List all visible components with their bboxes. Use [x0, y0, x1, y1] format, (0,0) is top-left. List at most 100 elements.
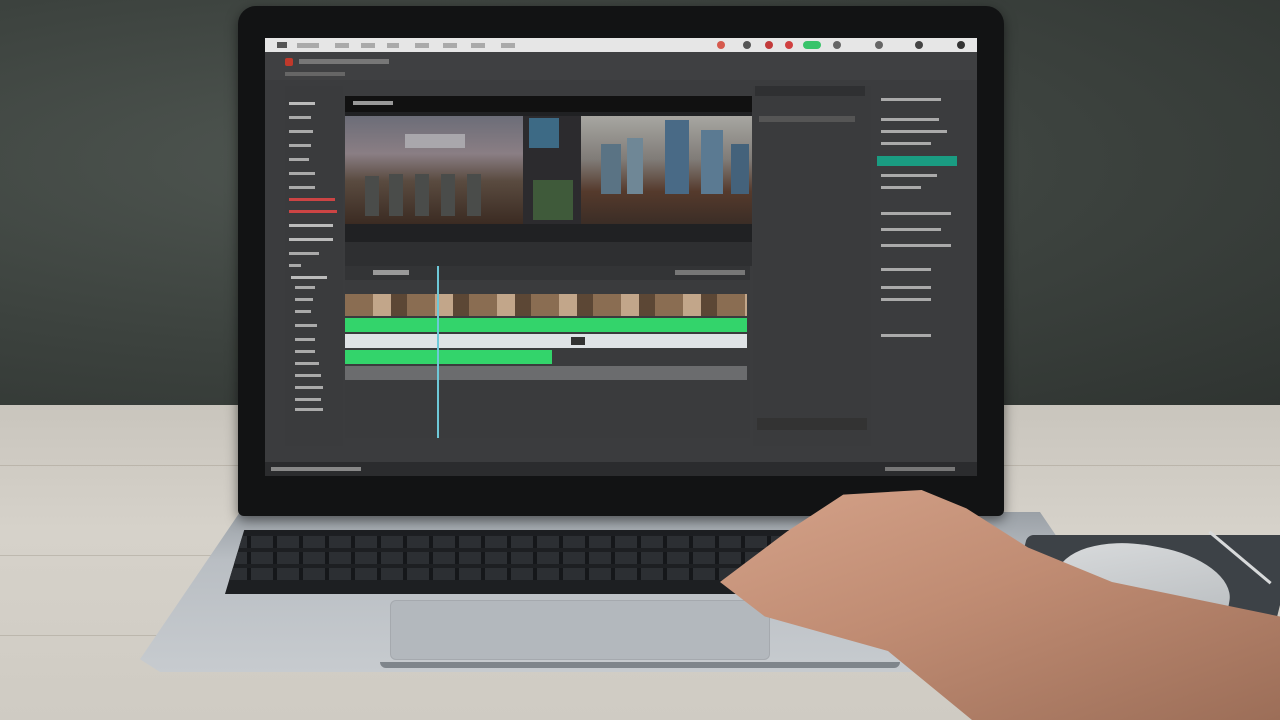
status-icon[interactable] [833, 41, 841, 49]
sidebar-item[interactable] [295, 298, 313, 301]
app-toolbar [265, 52, 977, 80]
frame-detail [701, 130, 723, 194]
status-icon[interactable] [875, 41, 883, 49]
sidebar-item[interactable] [295, 408, 323, 411]
panel-row[interactable] [881, 130, 947, 133]
sidebar-item[interactable] [289, 264, 301, 267]
sidebar-item[interactable] [291, 276, 327, 279]
menu-item[interactable] [387, 43, 399, 48]
panel-row[interactable] [881, 298, 931, 301]
sidebar-item[interactable] [289, 144, 311, 147]
frame-detail [601, 144, 621, 194]
panel-row[interactable] [881, 334, 931, 337]
inspector-panel [753, 86, 871, 446]
panel-row[interactable] [881, 244, 951, 247]
frame-detail [731, 144, 749, 194]
viewer-header [345, 96, 752, 112]
frame-overlay [405, 134, 465, 148]
timeline-tools[interactable] [675, 270, 745, 275]
empty-track[interactable] [345, 366, 747, 380]
panel-row[interactable] [881, 174, 937, 177]
viewer-title [353, 101, 393, 105]
effects-panel [873, 84, 957, 464]
sidebar-item[interactable] [289, 252, 319, 255]
frame-detail [665, 120, 689, 194]
panel-row[interactable] [881, 268, 931, 271]
selected-row[interactable] [877, 156, 957, 166]
inspector-header [755, 86, 865, 96]
inspector-footer[interactable] [757, 418, 867, 430]
menu-item[interactable] [443, 43, 457, 48]
status-icon[interactable] [717, 41, 725, 49]
status-icon[interactable] [957, 41, 965, 49]
sidebar-item[interactable] [295, 386, 323, 389]
sidebar-item[interactable] [289, 198, 335, 201]
sidebar-item[interactable] [295, 286, 315, 289]
panel-row[interactable] [881, 98, 941, 101]
menu-item[interactable] [361, 43, 375, 48]
panel-row[interactable] [881, 186, 921, 189]
apple-menu-icon[interactable] [277, 42, 287, 48]
window-title [299, 59, 389, 64]
panel-row[interactable] [881, 286, 931, 289]
video-clip[interactable] [345, 294, 747, 316]
menu-item[interactable] [501, 43, 515, 48]
sidebar-item[interactable] [289, 130, 313, 133]
status-icon[interactable] [915, 41, 923, 49]
status-icon[interactable] [743, 41, 751, 49]
panel-row[interactable] [881, 212, 951, 215]
menu-item[interactable] [415, 43, 429, 48]
panel-row[interactable] [881, 228, 941, 231]
sidebar-item[interactable] [295, 338, 315, 341]
frame-detail [389, 174, 403, 216]
sidebar-item[interactable] [289, 224, 333, 227]
secondary-clip[interactable] [345, 334, 747, 348]
frame-detail [441, 174, 455, 216]
timecode [373, 270, 409, 275]
app-logo-icon [285, 58, 293, 66]
sidebar-item[interactable] [295, 310, 311, 313]
status-controls[interactable] [885, 467, 955, 471]
laptop-screen [265, 38, 977, 476]
sidebar-item[interactable] [295, 324, 317, 327]
sidebar-item[interactable] [289, 172, 315, 175]
video-frame-mid [523, 116, 581, 224]
status-icon[interactable] [765, 41, 773, 49]
menu-item[interactable] [471, 43, 485, 48]
video-frame-right [581, 116, 752, 224]
sidebar-item[interactable] [295, 398, 321, 401]
sidebar-item[interactable] [289, 158, 309, 161]
panel-row[interactable] [881, 142, 931, 145]
sidebar-item[interactable] [289, 116, 311, 119]
clip-thumbnail [571, 337, 585, 345]
sidebar-item[interactable] [289, 102, 315, 105]
menu-item[interactable] [297, 43, 319, 48]
audio-clip[interactable] [345, 318, 747, 332]
frame-detail [415, 174, 429, 216]
video-frame-left [345, 116, 523, 224]
sidebar-item[interactable] [295, 374, 321, 377]
sidebar-item[interactable] [289, 210, 337, 213]
menu-item[interactable] [335, 43, 349, 48]
video-viewer[interactable] [345, 112, 752, 242]
sidebar-item[interactable] [289, 186, 315, 189]
frame-detail [529, 118, 559, 148]
sidebar-item[interactable] [295, 350, 315, 353]
status-icon[interactable] [803, 41, 821, 49]
frame-detail [627, 138, 643, 194]
laptop-front-edge [380, 662, 900, 668]
sidebar-item[interactable] [289, 238, 333, 241]
timeline-toolbar[interactable] [345, 266, 750, 280]
trackpad[interactable] [390, 600, 770, 660]
inspector-field[interactable] [759, 116, 855, 122]
playhead[interactable] [437, 266, 439, 438]
panel-row[interactable] [881, 118, 939, 121]
status-icon[interactable] [785, 41, 793, 49]
status-bar [265, 462, 977, 476]
audio-clip[interactable] [345, 350, 552, 364]
timeline[interactable] [345, 266, 750, 438]
viewer-controls[interactable] [345, 242, 752, 266]
status-text [271, 467, 361, 471]
sidebar-item[interactable] [295, 362, 319, 365]
toolbar-tabs[interactable] [285, 72, 345, 76]
